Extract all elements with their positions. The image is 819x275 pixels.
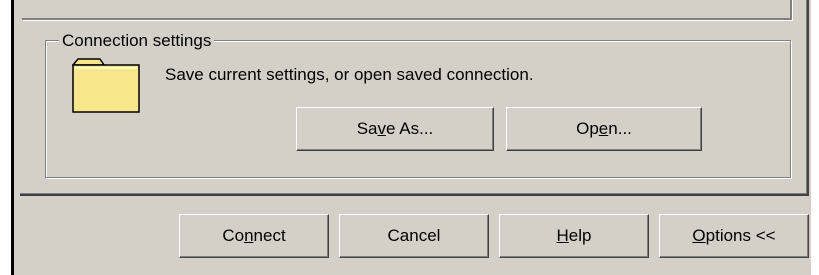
options-label: Options << xyxy=(692,226,776,245)
save-as-label: Save As... xyxy=(356,119,434,138)
cancel-label: Cancel xyxy=(387,226,441,245)
help-label: Help xyxy=(556,226,592,245)
connect-label: Connect xyxy=(222,226,286,245)
connection-settings-description: Save current settings, or open saved con… xyxy=(165,65,534,84)
connection-settings-title: Connection settings xyxy=(59,31,215,51)
folder-icon xyxy=(72,58,140,113)
window-left-edge xyxy=(0,0,14,275)
save-as-button[interactable]: Save As... xyxy=(296,107,494,151)
help-button[interactable]: Help xyxy=(499,214,649,258)
window-right-edge xyxy=(811,0,819,275)
connect-button[interactable]: Connect xyxy=(179,214,329,258)
open-label: Open... xyxy=(576,119,632,138)
upper-settings-area xyxy=(22,0,792,20)
options-button[interactable]: Options << xyxy=(659,214,809,258)
open-button[interactable]: Open... xyxy=(506,107,702,151)
cancel-button[interactable]: Cancel xyxy=(339,214,489,258)
